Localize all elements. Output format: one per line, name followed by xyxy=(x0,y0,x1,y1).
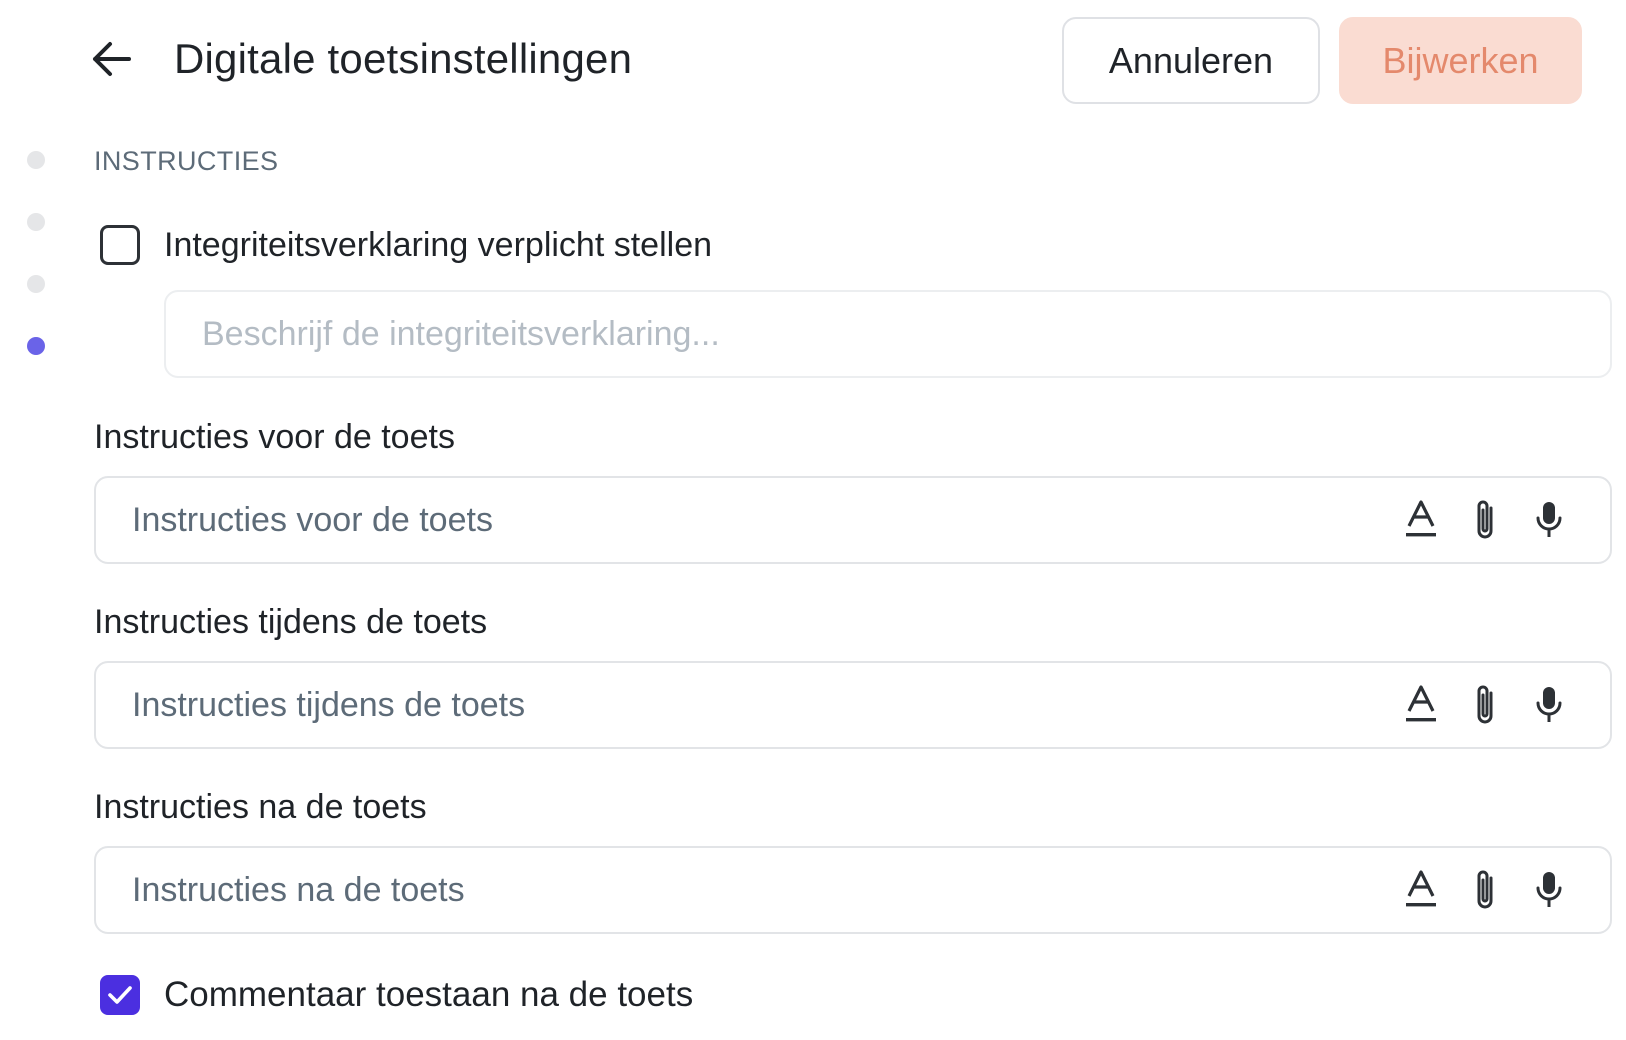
cancel-button[interactable]: Annuleren xyxy=(1062,17,1320,104)
progress-dot-2[interactable] xyxy=(27,213,45,231)
back-button[interactable] xyxy=(88,36,134,82)
progress-dot-3[interactable] xyxy=(27,275,45,293)
comments-checkbox-row[interactable]: Commentaar toestaan na de toets xyxy=(100,975,693,1015)
before-test-label: Instructies voor de toets xyxy=(94,418,455,456)
text-format-icon[interactable] xyxy=(1400,681,1442,729)
arrow-left-icon xyxy=(93,42,131,76)
settings-page: Digitale toetsinstellingen Annuleren Bij… xyxy=(0,0,1626,1040)
during-test-input[interactable] xyxy=(96,663,1400,747)
integrity-checkbox-row[interactable]: Integriteitsverklaring verplicht stellen xyxy=(100,225,712,265)
paperclip-icon[interactable] xyxy=(1464,496,1506,544)
microphone-icon[interactable] xyxy=(1528,496,1570,544)
progress-dot-4-active[interactable] xyxy=(27,337,45,355)
during-test-tools xyxy=(1400,681,1570,729)
paperclip-icon[interactable] xyxy=(1464,681,1506,729)
after-test-tools xyxy=(1400,866,1570,914)
comments-checkbox[interactable] xyxy=(100,975,140,1015)
integrity-field xyxy=(164,290,1612,378)
microphone-icon[interactable] xyxy=(1528,681,1570,729)
before-test-field xyxy=(94,476,1612,564)
microphone-icon[interactable] xyxy=(1528,866,1570,914)
after-test-label: Instructies na de toets xyxy=(94,788,427,826)
during-test-field xyxy=(94,661,1612,749)
text-format-icon[interactable] xyxy=(1400,866,1442,914)
checkmark-icon xyxy=(108,986,132,1004)
integrity-checkbox-label: Integriteitsverklaring verplicht stellen xyxy=(164,225,713,264)
section-label: INSTRUCTIES xyxy=(94,146,279,176)
comments-checkbox-label: Commentaar toestaan na de toets xyxy=(164,975,694,1014)
after-test-field xyxy=(94,846,1612,934)
integrity-description-input[interactable] xyxy=(166,292,1610,376)
page-title: Digitale toetsinstellingen xyxy=(174,35,633,82)
before-test-input[interactable] xyxy=(96,478,1400,562)
after-test-input[interactable] xyxy=(96,848,1400,932)
progress-dot-1[interactable] xyxy=(27,151,45,169)
integrity-checkbox[interactable] xyxy=(100,225,140,265)
before-test-tools xyxy=(1400,496,1570,544)
update-button[interactable]: Bijwerken xyxy=(1339,17,1582,104)
paperclip-icon[interactable] xyxy=(1464,866,1506,914)
text-format-icon[interactable] xyxy=(1400,496,1442,544)
during-test-label: Instructies tijdens de toets xyxy=(94,603,488,641)
